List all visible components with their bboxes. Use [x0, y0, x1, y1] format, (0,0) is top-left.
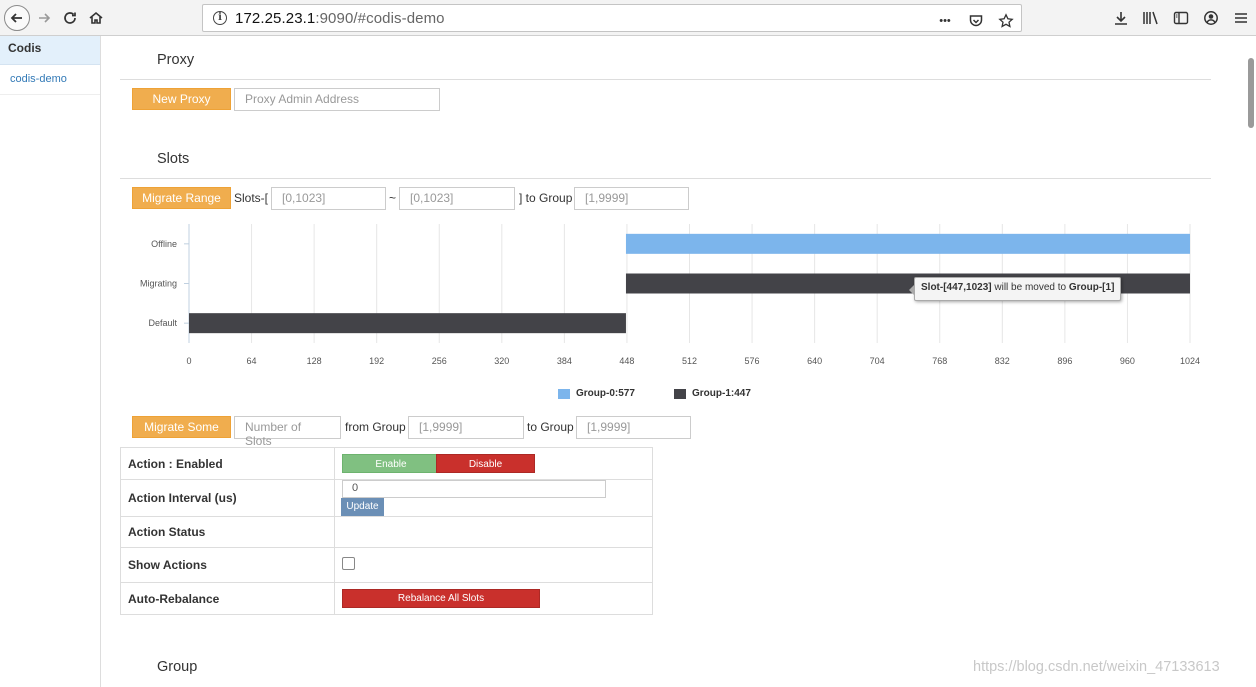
rebalance-all-slots-button[interactable]: Rebalance All Slots [342, 589, 540, 608]
actions-settings-table: Action : Enabled Enable Disable Action In… [120, 447, 653, 615]
arrow-right-icon [39, 13, 51, 23]
more-actions-icon[interactable]: ••• [935, 9, 955, 33]
table-row: Action : Enabled Enable Disable [120, 447, 653, 480]
slots-section-title: Slots [157, 151, 190, 167]
bar-default [189, 313, 626, 334]
reload-button[interactable] [58, 6, 82, 30]
x-tick-label: 0 [186, 356, 191, 366]
legend-label-group-0: Group-0:577 [576, 388, 635, 399]
url-text: 172.25.23.1:9090/#codis-demo [235, 10, 445, 27]
y-category-label: Migrating [140, 279, 177, 289]
slot-range-from-input[interactable]: [0,1023] [271, 187, 386, 210]
tilde-label: ~ [389, 191, 397, 205]
scrollbar-thumb[interactable] [1248, 58, 1254, 128]
auto-rebalance-label: Auto-Rebalance [120, 582, 335, 615]
x-tick-label: 960 [1120, 356, 1135, 366]
show-actions-label: Show Actions [120, 547, 335, 583]
from-group-input[interactable]: [1,9999] [408, 416, 524, 439]
action-enabled-label: Action : Enabled [120, 447, 335, 480]
slots-divider [120, 178, 1211, 179]
sidebar-toggle-icon[interactable] [1172, 6, 1190, 30]
bookmark-star-icon[interactable] [997, 9, 1015, 33]
sidebar-item-codis-demo[interactable]: codis-demo [0, 65, 100, 95]
action-interval-input[interactable]: 0 [342, 480, 606, 498]
page-scrollbar[interactable] [1246, 36, 1256, 687]
to-group-label-2: to Group [527, 420, 574, 434]
new-proxy-button[interactable]: New Proxy [132, 88, 231, 110]
legend-label-group-1: Group-1:447 [692, 388, 751, 399]
reload-icon [64, 12, 76, 24]
update-interval-button[interactable]: Update [341, 498, 384, 516]
x-tick-label: 448 [619, 356, 634, 366]
x-tick-label: 512 [682, 356, 697, 366]
home-icon [89, 11, 103, 24]
migrate-some-button[interactable]: Migrate Some [132, 416, 231, 438]
legend-swatch-group-0 [558, 388, 570, 399]
to-group-input[interactable]: [1,9999] [576, 416, 691, 439]
disable-button[interactable]: Disable [436, 454, 535, 473]
legend-item-group-0[interactable]: Group-0:577 [558, 388, 635, 399]
x-tick-label: 320 [494, 356, 509, 366]
y-category-label: Default [148, 318, 177, 328]
show-actions-checkbox[interactable] [342, 557, 355, 570]
x-tick-label: 832 [995, 356, 1010, 366]
x-tick-label: 384 [557, 356, 572, 366]
account-icon[interactable] [1202, 6, 1220, 30]
sidebar: Codis codis-demo [0, 36, 101, 687]
table-row: Action Interval (us) 0Update [120, 479, 653, 517]
back-button[interactable] [4, 5, 30, 31]
watermark-text: https://blog.csdn.net/weixin_47133613 [973, 659, 1220, 675]
x-tick-label: 1024 [1180, 356, 1200, 366]
to-group-label: ] to Group [519, 191, 573, 205]
x-tick-label: 128 [307, 356, 322, 366]
migrate-range-button[interactable]: Migrate Range [132, 187, 231, 209]
x-tick-label: 256 [432, 356, 447, 366]
sidebar-brand: Codis [0, 36, 100, 65]
x-tick-label: 704 [870, 356, 885, 366]
x-tick-label: 576 [745, 356, 760, 366]
legend-swatch-group-1 [674, 388, 686, 399]
proxy-address-input[interactable]: Proxy Admin Address [234, 88, 440, 111]
legend-item-group-1[interactable]: Group-1:447 [674, 388, 751, 399]
x-tick-label: 64 [247, 356, 257, 366]
action-status-value [334, 516, 653, 548]
info-icon[interactable]: i [213, 11, 227, 25]
menu-icon[interactable] [1232, 6, 1250, 30]
x-tick-label: 768 [932, 356, 947, 366]
x-tick-label: 640 [807, 356, 822, 366]
slots-chart: 0 64 128 192 256 320 384 448 512 576 640 704 768 832 8… [140, 224, 1200, 366]
table-row: Show Actions [120, 547, 653, 583]
group-section-title: Group [157, 659, 198, 675]
address-bar[interactable]: i 172.25.23.1:9090/#codis-demo ••• [202, 4, 1022, 32]
enable-button[interactable]: Enable [342, 454, 440, 473]
y-category-label: Offline [151, 239, 177, 249]
bar-offline [625, 233, 1190, 254]
proxy-divider [120, 79, 1211, 80]
x-tick-label: 192 [369, 356, 384, 366]
library-icon[interactable] [1142, 6, 1160, 30]
browser-toolbar: i 172.25.23.1:9090/#codis-demo ••• [0, 0, 1256, 36]
home-button[interactable] [84, 6, 108, 30]
proxy-section-title: Proxy [157, 52, 195, 68]
download-icon[interactable] [1112, 6, 1130, 30]
table-row: Action Status [120, 516, 653, 548]
from-group-label: from Group [345, 420, 406, 434]
action-status-label: Action Status [120, 516, 335, 548]
arrow-left-icon [10, 13, 22, 23]
chart-tooltip: Slot-[447,1023] will be moved to Group-[… [908, 277, 1122, 301]
slot-count-input[interactable]: Number of Slots [234, 416, 341, 448]
main-content: Proxy New Proxy Proxy Admin Address Slot… [101, 36, 1246, 687]
pocket-icon[interactable] [967, 9, 985, 33]
slots-prefix-label: Slots-[ [234, 191, 269, 205]
forward-button[interactable] [32, 6, 56, 30]
slot-range-to-input[interactable]: [0,1023] [399, 187, 515, 210]
target-group-input[interactable]: [1,9999] [574, 187, 689, 210]
action-interval-label: Action Interval (us) [120, 479, 335, 517]
table-row: Auto-Rebalance Rebalance All Slots [120, 582, 653, 615]
x-tick-label: 896 [1057, 356, 1072, 366]
